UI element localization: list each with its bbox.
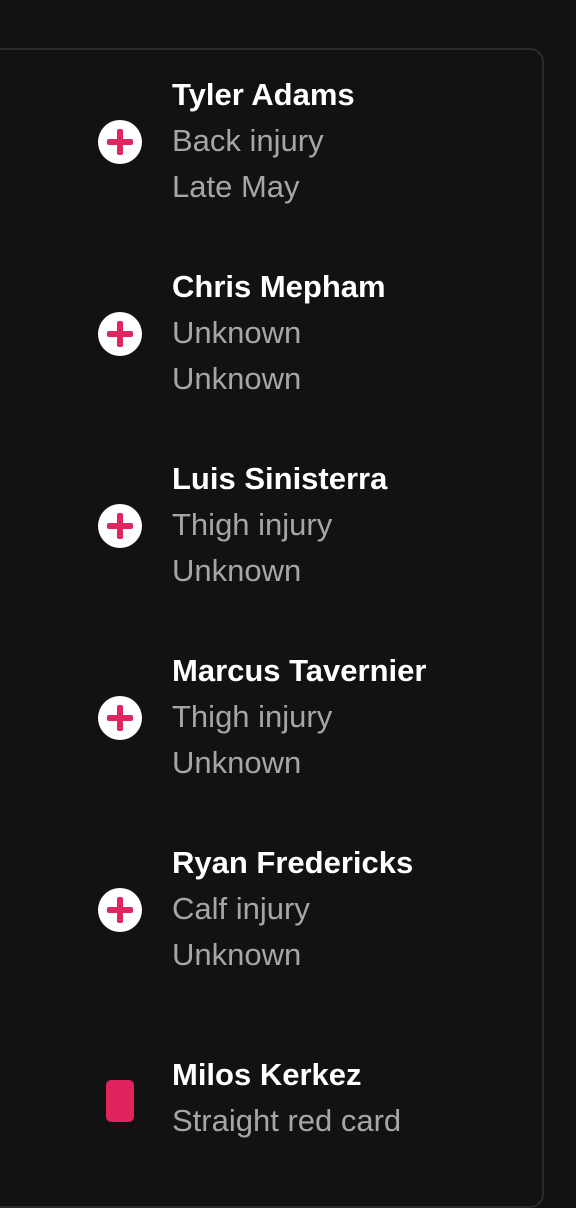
expected-return: Unknown xyxy=(172,937,302,972)
player-name: Chris Mepham xyxy=(172,269,386,304)
absence-reason: Calf injury xyxy=(172,891,310,926)
list-item[interactable]: Milos Kerkez Straight red card xyxy=(0,1052,576,1202)
list-item[interactable]: Ryan Fredericks Calf injury Unknown xyxy=(0,840,576,990)
injury-icon xyxy=(98,888,142,932)
expected-return: Unknown xyxy=(172,553,302,588)
red-card-icon xyxy=(98,1080,142,1124)
list-item[interactable]: Luis Sinisterra Thigh injury Unknown xyxy=(0,456,576,606)
absence-reason: Straight red card xyxy=(172,1103,402,1138)
player-name: Ryan Fredericks xyxy=(172,845,414,880)
player-name: Marcus Tavernier xyxy=(172,653,427,688)
absence-reason: Unknown xyxy=(172,315,302,350)
expected-return: Late May xyxy=(172,169,300,204)
list-item[interactable]: Tyler Adams Back injury Late May xyxy=(0,72,576,222)
absence-reason: Back injury xyxy=(172,123,324,158)
expected-return: Unknown xyxy=(172,361,302,396)
list-item[interactable]: Chris Mepham Unknown Unknown xyxy=(0,264,576,414)
player-name: Tyler Adams xyxy=(172,77,355,112)
expected-return: Unknown xyxy=(172,745,302,780)
injury-icon xyxy=(98,504,142,548)
missing-players-panel xyxy=(0,48,544,1208)
injury-icon xyxy=(98,312,142,356)
absence-reason: Thigh injury xyxy=(172,699,333,734)
player-name: Luis Sinisterra xyxy=(172,461,388,496)
absence-reason: Thigh injury xyxy=(172,507,333,542)
injury-icon xyxy=(98,696,142,740)
list-item[interactable]: Marcus Tavernier Thigh injury Unknown xyxy=(0,648,576,798)
player-name: Milos Kerkez xyxy=(172,1057,362,1092)
injury-icon xyxy=(98,120,142,164)
